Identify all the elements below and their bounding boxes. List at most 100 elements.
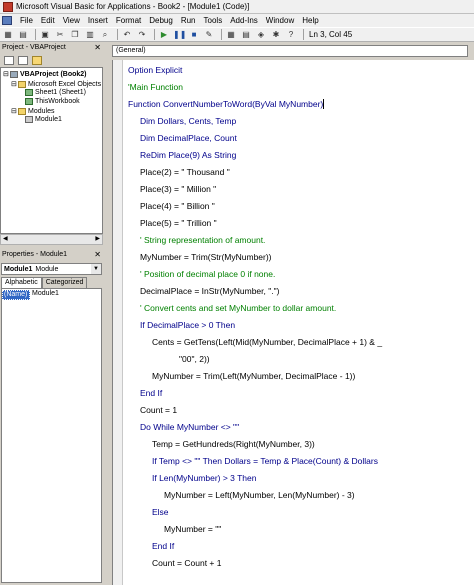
vba-app-icon bbox=[3, 1, 13, 12]
code-line[interactable]: MyNumber = Trim(Str(MyNumber)) bbox=[140, 252, 272, 262]
tab-categorized[interactable]: Categorized bbox=[41, 277, 88, 288]
copy-icon[interactable]: ❐ bbox=[69, 29, 81, 40]
project-explorer-icon[interactable]: ▦ bbox=[225, 29, 237, 40]
code-line[interactable]: Count = 1 bbox=[140, 405, 177, 415]
property-value[interactable]: Module1 bbox=[30, 290, 59, 300]
menu-add-ins[interactable]: Add-Ins bbox=[226, 16, 262, 25]
tree-item-sheet1[interactable]: Sheet1 (Sheet1) bbox=[25, 89, 86, 96]
help-icon[interactable]: ? bbox=[285, 29, 297, 40]
properties-tabs: Alphabetic Categorized bbox=[1, 277, 88, 288]
project-hscrollbar[interactable]: ◀ ▶ bbox=[0, 234, 103, 245]
cut-icon[interactable]: ✂ bbox=[54, 29, 66, 40]
toolbar-separator bbox=[35, 29, 36, 40]
menu-bar: File Edit View Insert Format Debug Run T… bbox=[0, 14, 474, 27]
code-line[interactable]: ' Position of decimal place 0 if none. bbox=[140, 269, 275, 279]
properties-grid: (Name) Module1 bbox=[1, 288, 102, 583]
view-excel-icon[interactable]: ▦ bbox=[2, 29, 14, 40]
excel-view-icon[interactable] bbox=[2, 16, 12, 25]
insert-module-icon[interactable]: ▤ bbox=[17, 29, 29, 40]
code-line[interactable]: Dim Dollars, Cents, Temp bbox=[140, 116, 236, 126]
code-line[interactable]: ' Convert cents and set MyNumber to doll… bbox=[140, 303, 336, 313]
collapse-icon[interactable]: ⊟ bbox=[11, 80, 17, 88]
tree-item-module1[interactable]: Module1 bbox=[25, 116, 62, 123]
code-line[interactable]: Do While MyNumber <> "" bbox=[140, 422, 239, 432]
code-line[interactable]: "00", 2)) bbox=[179, 354, 210, 364]
menu-insert[interactable]: Insert bbox=[84, 16, 112, 25]
menu-help[interactable]: Help bbox=[298, 16, 322, 25]
properties-window-icon[interactable]: ▤ bbox=[240, 29, 252, 40]
save-icon[interactable]: ▣ bbox=[39, 29, 51, 40]
text-caret bbox=[323, 99, 325, 109]
code-line[interactable]: Function ConvertNumberToWord(ByVal MyNum… bbox=[128, 99, 325, 109]
toolbox-icon[interactable]: ✱ bbox=[270, 29, 282, 40]
code-line[interactable]: 'Main Function bbox=[128, 82, 183, 92]
break-icon[interactable]: ❚❚ bbox=[173, 29, 186, 40]
menu-debug[interactable]: Debug bbox=[145, 16, 177, 25]
code-line[interactable]: Temp = GetHundreds(Right(MyNumber, 3)) bbox=[152, 439, 315, 449]
code-editor[interactable]: Option Explicit 'Main Function Function … bbox=[112, 60, 474, 585]
code-line[interactable]: End If bbox=[152, 541, 174, 551]
find-icon[interactable]: ⌕ bbox=[99, 29, 111, 40]
code-line[interactable]: If Len(MyNumber) > 3 Then bbox=[152, 473, 257, 483]
code-window: (General) Option Explicit 'Main Function… bbox=[104, 43, 474, 585]
collapse-icon[interactable]: ⊟ bbox=[11, 107, 17, 115]
collapse-icon[interactable]: ⊟ bbox=[3, 70, 9, 78]
toolbar-separator bbox=[117, 29, 118, 40]
code-line[interactable]: Count = Count + 1 bbox=[152, 558, 221, 568]
standard-toolbar: ▦ ▤ ▣ ✂ ❐ ▥ ⌕ ↶ ↷ ▶ ❚❚ ■ ✎ ▦ ▤ ◈ ✱ ? Ln … bbox=[0, 27, 474, 42]
object-combo[interactable]: (General) bbox=[112, 45, 468, 57]
code-line[interactable]: DecimalPlace = InStr(MyNumber, ".") bbox=[140, 286, 279, 296]
run-icon[interactable]: ▶ bbox=[158, 29, 170, 40]
toggle-folders-icon[interactable] bbox=[32, 55, 42, 65]
close-icon[interactable]: ✕ bbox=[94, 250, 101, 260]
tab-alphabetic[interactable]: Alphabetic bbox=[1, 277, 42, 288]
tree-item-thisworkbook[interactable]: ThisWorkbook bbox=[25, 98, 80, 105]
code-line[interactable]: Dim DecimalPlace, Count bbox=[140, 133, 237, 143]
code-line[interactable]: If Temp <> "" Then Dollars = Temp & Plac… bbox=[152, 456, 378, 466]
code-line[interactable]: Place(4) = " Billion " bbox=[140, 201, 215, 211]
menu-file[interactable]: File bbox=[16, 16, 37, 25]
menu-run[interactable]: Run bbox=[177, 16, 200, 25]
code-line[interactable]: MyNumber = "" bbox=[164, 524, 221, 534]
toolbar-separator bbox=[303, 29, 304, 40]
scroll-left-icon[interactable]: ◀ bbox=[3, 235, 8, 244]
menu-format[interactable]: Format bbox=[112, 16, 145, 25]
tree-item-vbaproject[interactable]: ⊟ VBAProject (Book2) bbox=[3, 70, 87, 78]
undo-icon[interactable]: ↶ bbox=[121, 29, 133, 40]
design-mode-icon[interactable]: ✎ bbox=[203, 29, 215, 40]
code-line[interactable]: Place(2) = " Thousand " bbox=[140, 167, 230, 177]
tree-item-modules[interactable]: ⊟ Modules bbox=[11, 107, 54, 115]
paste-icon[interactable]: ▥ bbox=[84, 29, 96, 40]
view-object-icon[interactable] bbox=[18, 55, 28, 65]
scroll-right-icon[interactable]: ▶ bbox=[95, 235, 100, 244]
reset-icon[interactable]: ■ bbox=[188, 29, 200, 40]
module-icon bbox=[25, 116, 33, 123]
code-line[interactable]: ReDim Place(9) As String bbox=[140, 150, 236, 160]
code-line[interactable]: Else bbox=[152, 507, 169, 517]
close-icon[interactable]: ✕ bbox=[94, 43, 101, 53]
object-browser-icon[interactable]: ◈ bbox=[255, 29, 267, 40]
redo-icon[interactable]: ↷ bbox=[136, 29, 148, 40]
property-row[interactable]: (Name) Module1 bbox=[2, 290, 101, 300]
code-line[interactable]: Place(3) = " Million " bbox=[140, 184, 216, 194]
code-line[interactable]: ' String representation of amount. bbox=[140, 235, 265, 245]
menu-view[interactable]: View bbox=[59, 16, 84, 25]
code-line[interactable]: Option Explicit bbox=[128, 65, 182, 75]
menu-tools[interactable]: Tools bbox=[200, 16, 227, 25]
chevron-down-icon[interactable]: ▼ bbox=[91, 264, 101, 274]
menu-edit[interactable]: Edit bbox=[37, 16, 59, 25]
project-tree[interactable]: ⊟ VBAProject (Book2) ⊟ Microsoft Excel O… bbox=[0, 67, 103, 234]
folder-icon bbox=[18, 80, 26, 88]
menu-window[interactable]: Window bbox=[262, 16, 298, 25]
code-line[interactable]: End If bbox=[140, 388, 162, 398]
code-line[interactable]: MyNumber = Trim(Left(MyNumber, DecimalPl… bbox=[152, 371, 355, 381]
project-pane-title: Project - VBAProject ✕ bbox=[0, 43, 103, 53]
view-code-icon[interactable] bbox=[4, 55, 14, 65]
code-line[interactable]: MyNumber = Left(MyNumber, Len(MyNumber) … bbox=[164, 490, 355, 500]
code-line[interactable]: Place(5) = " Trillion " bbox=[140, 218, 217, 228]
code-line[interactable]: If DecimalPlace > 0 Then bbox=[140, 320, 235, 330]
code-line[interactable]: Cents = GetTens(Left(Mid(MyNumber, Decim… bbox=[152, 337, 382, 347]
object-select[interactable]: Module1 Module ▼ bbox=[1, 263, 102, 275]
margin-indicator-bar[interactable] bbox=[113, 60, 123, 585]
tree-item-excel-objects[interactable]: ⊟ Microsoft Excel Objects bbox=[11, 80, 101, 88]
